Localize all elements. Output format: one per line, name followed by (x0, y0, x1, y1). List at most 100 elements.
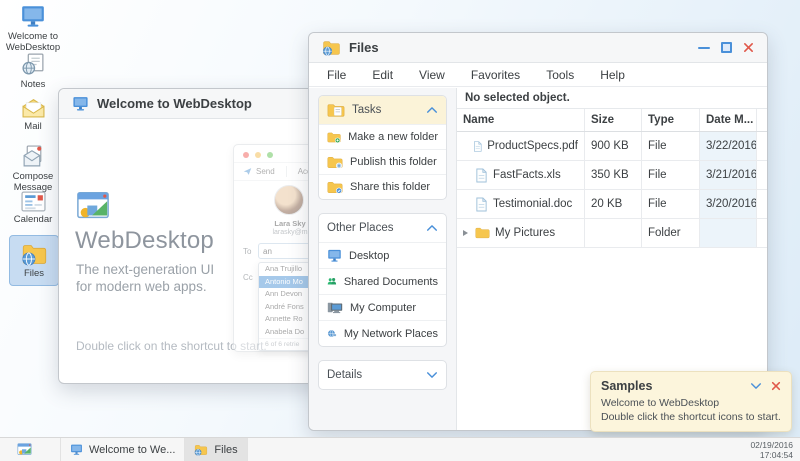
taskbar-item-label: Files (214, 444, 237, 456)
table-header: Name Size Type Date M... (457, 109, 767, 132)
place-label: Shared Documents (344, 276, 438, 288)
folder-globe-icon (21, 243, 48, 266)
taskbar-time: 17:04:54 (750, 450, 793, 460)
menu-tools[interactable]: Tools (533, 63, 587, 87)
table-row[interactable]: Testimonial.doc 20 KB File 3/20/2016 ... (457, 190, 767, 219)
taskbar: Welcome to We... Files 02/19/2016 17:04:… (0, 437, 800, 461)
welcome-window-title: Welcome to WebDesktop (97, 96, 252, 111)
place-desktop[interactable]: Desktop (319, 242, 446, 268)
taskbar-item-files[interactable]: Files (184, 438, 247, 461)
notification-line-2: Double click the shortcut icons to start… (601, 410, 781, 424)
desktop-icon-files[interactable]: Files (9, 235, 59, 286)
place-label: My Network Places (344, 328, 438, 340)
menu-file[interactable]: File (314, 63, 359, 87)
chevron-up-icon[interactable] (426, 106, 438, 114)
tasks-panel: Tasks Make a new folder Publish this fol… (318, 95, 447, 200)
table-row[interactable]: FastFacts.xls 350 KB File 3/21/2016 ... (457, 161, 767, 190)
menu-help[interactable]: Help (587, 63, 638, 87)
row-spacer (757, 161, 767, 189)
taskbar-item-label: Welcome to We... (89, 444, 175, 456)
place-shared-documents[interactable]: Shared Documents (319, 268, 446, 294)
taskbar-item-welcome[interactable]: Welcome to We... (60, 438, 184, 461)
task-share-folder[interactable]: Share this folder (319, 174, 446, 199)
file-type: File (642, 190, 700, 218)
folder-name: My Pictures (495, 227, 555, 239)
files-window-titlebar[interactable]: Files (309, 33, 767, 63)
menu-bar: File Edit View Favorites Tools Help (309, 63, 767, 87)
desktop-icon-label: Files (10, 268, 58, 279)
tagline-line-2: for modern web apps. (76, 278, 214, 295)
tasks-panel-header[interactable]: Tasks (319, 96, 446, 124)
place-my-network-places[interactable]: My Network Places (319, 320, 446, 346)
column-header-type[interactable]: Type (642, 109, 700, 131)
maximize-icon[interactable] (721, 42, 732, 53)
menu-favorites[interactable]: Favorites (458, 63, 533, 87)
place-label: Desktop (349, 250, 389, 262)
desktop-icon-notes[interactable]: Notes (3, 52, 63, 90)
monitor-icon (70, 443, 83, 456)
file-icon (475, 197, 488, 212)
file-date: 3/22/2016 ... (700, 132, 757, 160)
place-my-computer[interactable]: My Computer (319, 294, 446, 320)
folder-globe-icon (322, 40, 341, 56)
notification-actions (750, 381, 781, 391)
other-places-header[interactable]: Other Places (319, 214, 446, 242)
desktop-icon-mail[interactable]: Mail (3, 98, 63, 132)
desktop-icon-compose-message[interactable]: Compose Message (3, 144, 63, 193)
desktop-icon-label: Mail (3, 121, 63, 132)
menu-edit[interactable]: Edit (359, 63, 406, 87)
file-size: 900 KB (585, 132, 642, 160)
details-header[interactable]: Details (319, 361, 446, 389)
tagline: The next-generation UI for modern web ap… (76, 261, 214, 295)
table-row[interactable]: ProductSpecs.pdf 900 KB File 3/22/2016 .… (457, 132, 767, 161)
task-label: Share this folder (350, 181, 430, 193)
tasks-panel-title: Tasks (352, 104, 381, 116)
table-row[interactable]: My Pictures Folder (457, 219, 767, 248)
desktop-icon-label: Notes (3, 79, 63, 90)
window-controls (698, 42, 754, 53)
desktop-icon-label: Calendar (3, 214, 63, 225)
row-spacer (757, 190, 767, 218)
file-size: 350 KB (585, 161, 642, 189)
minimize-icon[interactable] (698, 47, 710, 49)
chevron-up-icon[interactable] (426, 224, 438, 232)
row-spacer (757, 132, 767, 160)
file-size (585, 219, 642, 247)
desktop-icon-calendar[interactable]: Calendar (3, 191, 63, 225)
file-date (700, 219, 757, 247)
desktop-icon-welcome[interactable]: Welcome to WebDesktop (3, 3, 63, 53)
chevron-down-icon[interactable] (750, 382, 762, 390)
other-places-panel: Other Places Desktop Shared Documents My… (318, 213, 447, 347)
expand-caret-icon[interactable] (463, 230, 468, 236)
task-make-new-folder[interactable]: Make a new folder (319, 124, 446, 149)
folder-publish-icon (327, 156, 343, 169)
column-header-date-modified[interactable]: Date M... (700, 109, 757, 131)
folder-globe-icon (194, 444, 208, 456)
compose-icon (21, 144, 46, 169)
folders-sidebar: Tasks Make a new folder Publish this fol… (309, 88, 457, 430)
start-button[interactable] (17, 442, 32, 457)
column-label: Size (591, 114, 614, 126)
notification-header: Samples (591, 372, 791, 394)
column-label: Date M... (706, 114, 753, 126)
mail-icon (21, 98, 46, 119)
file-type: Folder (642, 219, 700, 247)
webdesktop-logo-icon (17, 442, 32, 457)
notification-line-1: Welcome to WebDesktop (601, 396, 781, 410)
close-icon[interactable] (771, 381, 781, 391)
task-publish-folder[interactable]: Publish this folder (319, 149, 446, 174)
details-title: Details (327, 369, 362, 381)
column-label: Name (463, 114, 494, 126)
desktop-icon-label: Compose Message (3, 171, 63, 193)
close-icon[interactable] (743, 42, 754, 53)
row-spacer (757, 219, 767, 247)
chevron-down-icon[interactable] (426, 371, 438, 379)
place-label: My Computer (350, 302, 416, 314)
column-header-name[interactable]: Name (457, 109, 585, 131)
file-name: FastFacts.xls (493, 169, 561, 181)
column-header-size[interactable]: Size (585, 109, 642, 131)
calendar-icon (21, 191, 46, 212)
menu-view[interactable]: View (406, 63, 458, 87)
traffic-lights (243, 152, 273, 158)
send-button: Send (256, 167, 275, 176)
